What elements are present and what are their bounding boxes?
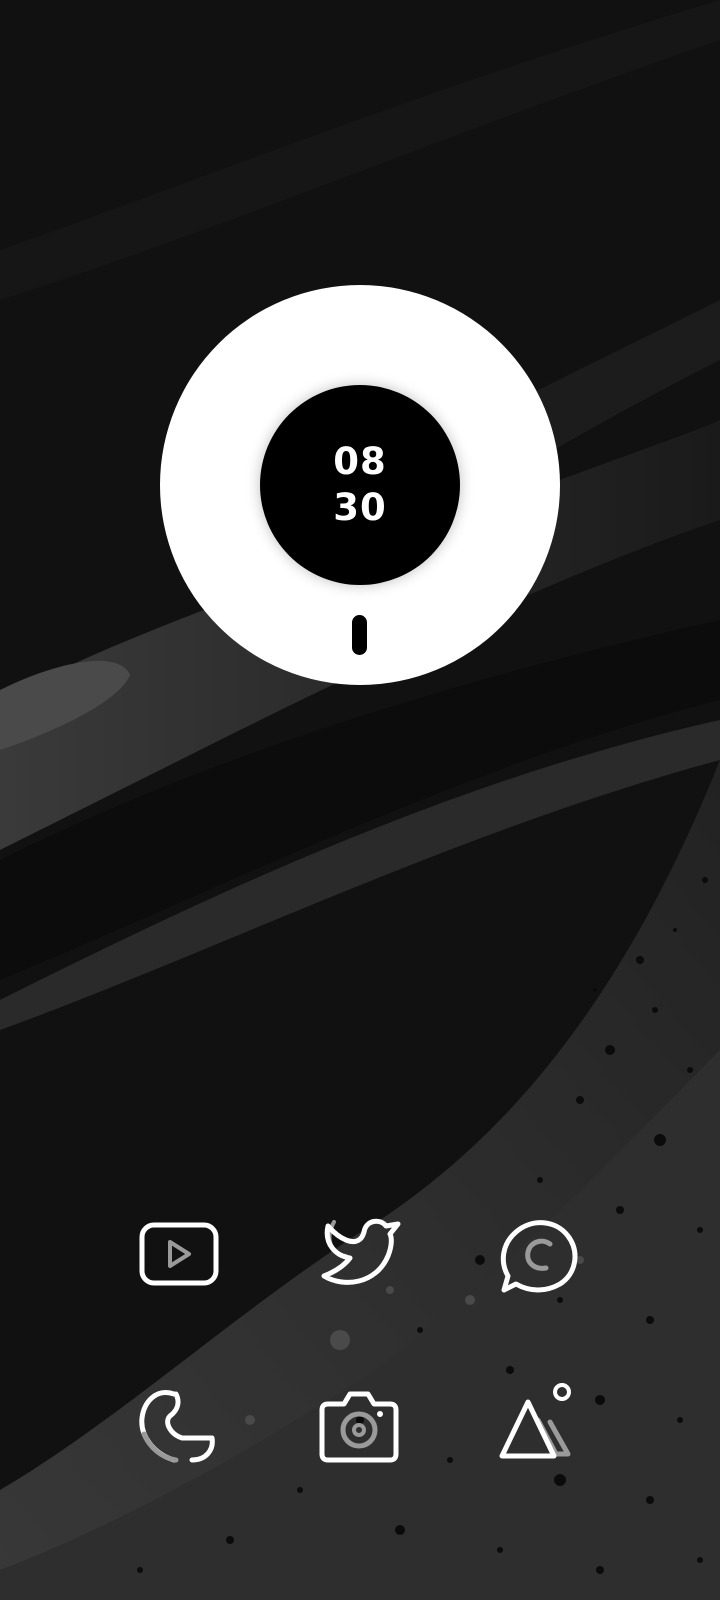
clock-hours: 08	[333, 440, 387, 483]
phone-icon	[139, 1390, 215, 1463]
gallery-icon	[499, 1383, 571, 1459]
clock-face: 08 30	[260, 385, 460, 585]
twitter-app[interactable]	[314, 1210, 404, 1300]
camera-app[interactable]	[314, 1380, 404, 1470]
youtube-icon	[139, 1222, 219, 1286]
phone-app[interactable]	[134, 1380, 224, 1470]
camera-icon	[319, 1391, 399, 1463]
wallpaper	[0, 0, 720, 1600]
gallery-app[interactable]	[494, 1380, 584, 1470]
twitter-icon	[321, 1218, 401, 1285]
youtube-app[interactable]	[134, 1210, 224, 1300]
whatsapp-app[interactable]	[494, 1210, 584, 1300]
clock-widget[interactable]: 08 30	[160, 285, 560, 685]
clock-minutes: 30	[333, 486, 387, 529]
clock-indicator	[352, 615, 367, 655]
whatsapp-icon	[500, 1220, 578, 1293]
